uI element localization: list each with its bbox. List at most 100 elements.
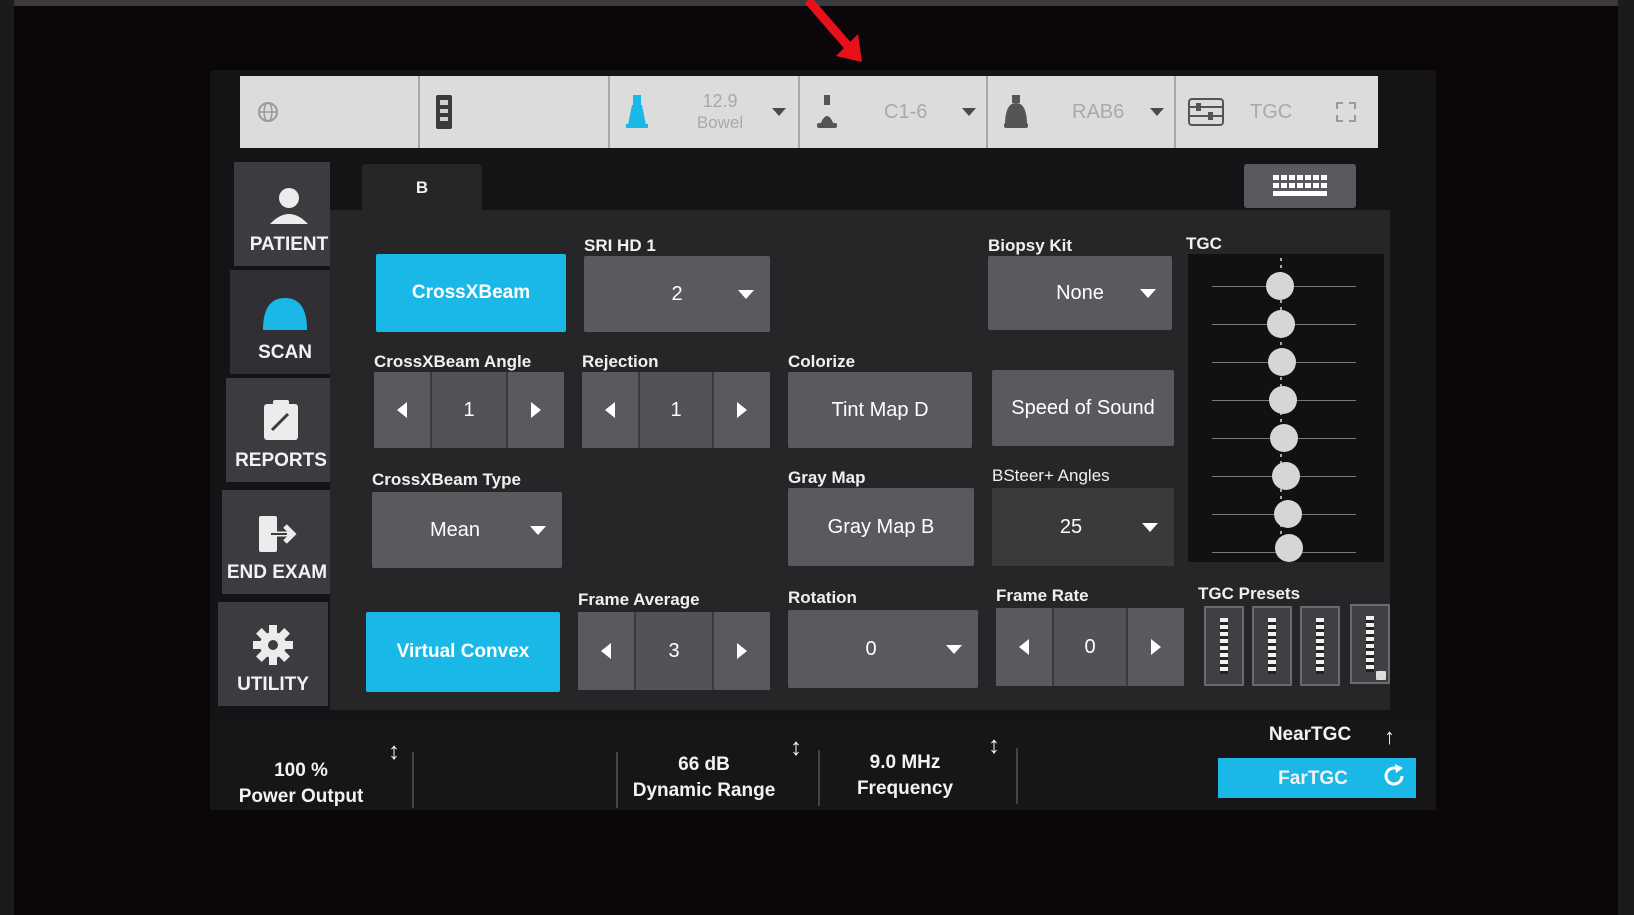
frame-average-increment[interactable] — [714, 612, 770, 690]
tgc-preset-icon — [1220, 618, 1228, 674]
rejection-increment[interactable] — [714, 372, 770, 448]
near-tgc-label[interactable]: NearTGC — [1240, 724, 1380, 746]
rejection-label: Rejection — [582, 352, 659, 371]
nav-scan[interactable]: SCAN — [230, 270, 340, 374]
up-down-arrow-icon[interactable]: ↕ — [388, 738, 400, 766]
crossxbeam-type-label: CrossXBeam Type — [372, 470, 521, 489]
clipboard-icon — [264, 400, 298, 440]
arrow-left-icon — [601, 643, 611, 659]
tgc-knob-3[interactable] — [1268, 348, 1296, 376]
dynamic-range-value: 66 dB — [678, 754, 730, 775]
nav-end-exam-label: END EXAM — [226, 562, 328, 583]
arrow-right-icon — [1151, 639, 1161, 655]
frame-rate-increment[interactable] — [1128, 608, 1184, 686]
tab-b-mode[interactable]: B — [362, 164, 482, 221]
bsteer-value: 25 — [1059, 515, 1083, 538]
frame-average-stepper: 3 — [578, 612, 770, 690]
gear-icon — [253, 625, 293, 665]
frame-rate-decrement[interactable] — [996, 608, 1052, 686]
chevron-down-icon — [738, 290, 754, 299]
crossxbeam-button[interactable]: CrossXBeam — [376, 254, 566, 332]
tgc-knob-1[interactable] — [1266, 272, 1294, 300]
crossxbeam-type-dropdown[interactable]: Mean — [372, 492, 562, 568]
rotation-label: Rotation — [788, 588, 857, 607]
power-output-control[interactable]: 100 % Power Output — [212, 760, 390, 808]
far-tgc-label: FarTGC — [1278, 768, 1348, 789]
globe-segment[interactable] — [240, 76, 420, 148]
keyboard-button[interactable] — [1244, 164, 1356, 208]
up-down-arrow-icon[interactable]: ↕ — [790, 734, 802, 762]
tgc-segment[interactable]: TGC — [1176, 76, 1368, 148]
nav-patient[interactable]: PATIENT — [234, 162, 344, 266]
probe-3-label: RAB6 — [1072, 100, 1125, 123]
probe-1-preset: Bowel — [696, 113, 744, 132]
tgc-preset-3[interactable] — [1300, 606, 1340, 686]
frame-rate-stepper: 0 — [996, 608, 1184, 686]
tgc-knob-8[interactable] — [1275, 534, 1303, 562]
rejection-decrement[interactable] — [582, 372, 638, 448]
globe-icon — [258, 102, 278, 122]
exit-icon — [259, 516, 297, 552]
tgc-segment-label: TGC — [1250, 100, 1293, 123]
monitor-bezel-left — [0, 0, 14, 915]
up-arrow-icon[interactable]: ↑ — [1384, 724, 1395, 750]
remote-segment[interactable] — [420, 76, 610, 148]
monitor-bezel-right — [1618, 0, 1634, 915]
sri-label: SRI HD 1 — [584, 236, 656, 255]
arrow-right-icon — [737, 402, 747, 418]
rejection-value: 1 — [638, 372, 714, 448]
frame-average-decrement[interactable] — [578, 612, 634, 690]
nav-utility[interactable]: UTILITY — [218, 602, 328, 706]
tgc-slider-panel[interactable] — [1188, 254, 1384, 562]
scan-icon — [263, 298, 307, 330]
arrow-right-icon — [531, 402, 541, 418]
dynamic-range-label: Dynamic Range — [632, 780, 776, 801]
frequency-label: Frequency — [856, 778, 954, 799]
virtual-convex-button[interactable]: Virtual Convex — [366, 612, 560, 692]
far-tgc-button[interactable]: FarTGC — [1218, 758, 1416, 798]
probe-segment-3[interactable]: RAB6 — [988, 76, 1176, 148]
sri-dropdown[interactable]: 2 — [584, 256, 770, 332]
chevron-down-icon — [1150, 108, 1164, 116]
gray-map-button[interactable]: Gray Map B — [788, 488, 974, 566]
power-output-value: 100 % — [274, 760, 328, 781]
arrow-left-icon — [1019, 639, 1029, 655]
tgc-knob-5[interactable] — [1270, 424, 1298, 452]
tgc-knob-4[interactable] — [1269, 386, 1297, 414]
sri-value: 2 — [671, 282, 683, 305]
tgc-preset-4[interactable] — [1350, 604, 1390, 684]
probe-2-label: C1-6 — [884, 100, 928, 123]
chevron-down-icon — [1142, 523, 1158, 532]
tgc-sliders-icon — [1188, 98, 1224, 126]
nav-end-exam[interactable]: END EXAM — [222, 490, 332, 594]
crossxbeam-type-value: Mean — [429, 518, 481, 541]
dynamic-range-control[interactable]: 66 dB Dynamic Range — [618, 754, 790, 802]
biopsy-value: None — [1056, 281, 1104, 304]
tgc-knob-6[interactable] — [1272, 462, 1300, 490]
bsteer-label: BSteer+ Angles — [992, 466, 1110, 485]
probe-segment-2[interactable]: C1-6 — [800, 76, 988, 148]
arrow-left-icon — [605, 402, 615, 418]
tgc-knob-7[interactable] — [1274, 500, 1302, 528]
probe-segment-1[interactable]: 12.9 Bowel — [610, 76, 800, 148]
bsteer-dropdown[interactable]: 25 — [992, 488, 1174, 566]
linear-probe-icon — [626, 95, 648, 128]
expand-icon[interactable] — [1336, 102, 1356, 122]
frame-rate-label: Frame Rate — [996, 586, 1089, 605]
tgc-preset-2[interactable] — [1252, 606, 1292, 686]
frequency-control[interactable]: 9.0 MHz Frequency — [820, 752, 990, 800]
tgc-preset-1[interactable] — [1204, 606, 1244, 686]
biopsy-dropdown[interactable]: None — [988, 256, 1172, 330]
rotation-dropdown[interactable]: 0 — [788, 610, 978, 688]
up-down-arrow-icon[interactable]: ↕ — [988, 732, 1000, 760]
divider — [1016, 748, 1018, 804]
crossxbeam-angle-increment[interactable] — [508, 372, 564, 448]
speed-of-sound-button[interactable]: Speed of Sound — [992, 370, 1174, 446]
colorize-button[interactable]: Tint Map D — [788, 372, 972, 448]
nav-reports[interactable]: REPORTS — [226, 378, 336, 482]
keyboard-icon — [1273, 175, 1327, 196]
frequency-value: 9.0 MHz — [869, 752, 941, 773]
remote-icon — [436, 95, 452, 129]
crossxbeam-angle-decrement[interactable] — [374, 372, 430, 448]
tgc-knob-2[interactable] — [1267, 310, 1295, 338]
